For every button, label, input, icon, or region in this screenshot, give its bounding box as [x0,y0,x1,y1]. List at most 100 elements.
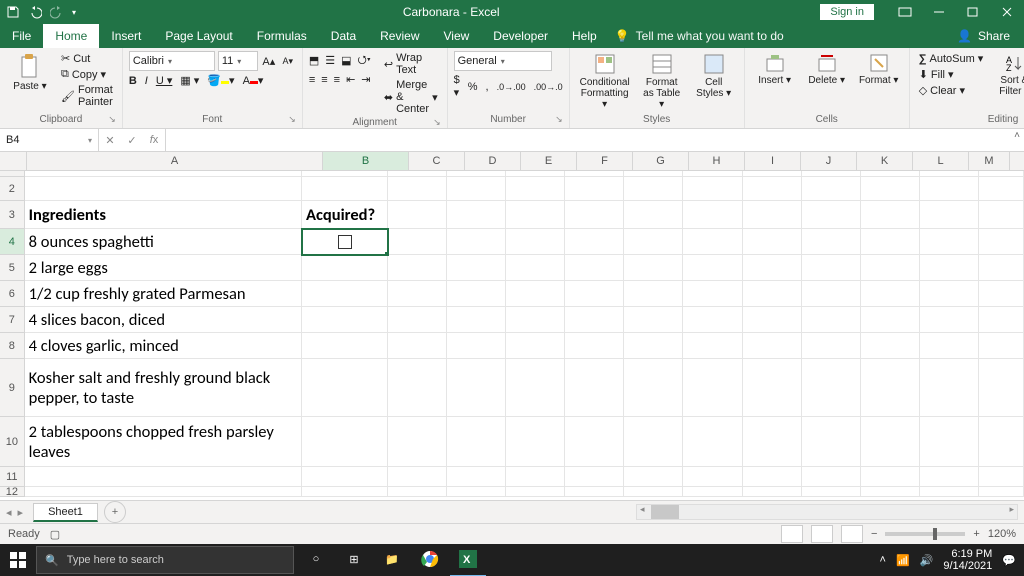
cell[interactable] [506,333,565,359]
chrome-icon[interactable] [412,543,448,575]
cell[interactable] [920,229,979,255]
cell[interactable] [506,487,565,497]
format-as-table-button[interactable]: Format as Table ▾ [638,51,686,112]
bold-button[interactable]: B [129,75,137,87]
excel-taskbar-icon[interactable]: X [450,543,486,576]
tab-review[interactable]: Review [368,24,431,48]
cell[interactable]: 1/2 cup freshly grated Parmesan [25,281,302,307]
cell[interactable] [979,229,1024,255]
zoom-slider[interactable] [885,532,965,536]
cell[interactable] [302,467,388,487]
network-icon[interactable]: 📶 [896,554,910,567]
save-icon[interactable] [6,5,20,19]
cell[interactable] [447,359,506,417]
cell[interactable] [861,229,920,255]
column-header[interactable]: I [745,152,801,170]
cell[interactable] [743,307,802,333]
horizontal-scrollbar[interactable]: ◂ ▸ [636,504,1018,520]
cell[interactable] [683,487,742,497]
row-header[interactable]: 6 [0,281,25,307]
cell[interactable] [624,333,683,359]
cell[interactable] [388,229,447,255]
column-header[interactable]: A [27,152,323,170]
cell[interactable] [802,281,861,307]
cell[interactable] [302,333,388,359]
row-header[interactable]: 2 [0,177,25,201]
cell[interactable] [979,281,1024,307]
cell[interactable] [565,333,624,359]
sheet-nav-first-icon[interactable]: ◂ [6,506,12,519]
cell[interactable] [861,307,920,333]
macro-record-icon[interactable]: ▢ [50,528,60,541]
cell[interactable] [683,467,742,487]
cell[interactable] [802,487,861,497]
column-header[interactable]: F [577,152,633,170]
cell[interactable] [447,255,506,281]
increase-font-icon[interactable]: A▴ [261,53,277,69]
cut-button[interactable]: ✂Cut [58,51,116,66]
tab-file[interactable]: File [0,24,43,48]
cell[interactable] [25,487,302,497]
cell[interactable] [920,359,979,417]
cell[interactable] [624,255,683,281]
insert-cells-button[interactable]: Insert ▾ [751,51,799,88]
cell[interactable] [683,177,742,201]
cell[interactable] [802,229,861,255]
copy-button[interactable]: ⧉Copy ▾ [58,67,116,82]
cell[interactable] [302,255,388,281]
row-header[interactable]: 9 [0,359,25,417]
cell[interactable] [565,307,624,333]
cell[interactable] [447,333,506,359]
column-header[interactable]: M [969,152,1010,170]
cell[interactable] [743,359,802,417]
cell[interactable] [25,467,302,487]
scroll-thumb[interactable] [651,505,679,519]
sheet-tab[interactable]: Sheet1 [33,503,98,522]
cell[interactable] [624,359,683,417]
redo-icon[interactable] [50,5,64,19]
cell[interactable] [743,333,802,359]
cell[interactable] [565,177,624,201]
cell[interactable] [861,487,920,497]
number-format-combo[interactable]: General▾ [454,51,552,71]
font-color-button[interactable]: A▾ [243,74,264,87]
cell[interactable] [447,201,506,229]
cell[interactable] [302,359,388,417]
cell[interactable] [624,487,683,497]
tab-home[interactable]: Home [43,24,99,48]
enter-formula-icon[interactable]: ✓ [121,134,143,147]
cell[interactable]: 4 cloves garlic, minced [25,333,302,359]
new-sheet-button[interactable]: + [104,501,126,523]
border-button[interactable]: ▦ ▾ [180,74,199,87]
cell[interactable] [565,487,624,497]
select-all-triangle[interactable] [0,152,27,170]
cell[interactable] [920,177,979,201]
cell[interactable] [624,417,683,467]
cell[interactable] [388,417,447,467]
cell[interactable] [506,417,565,467]
tab-view[interactable]: View [432,24,482,48]
cell[interactable] [388,177,447,201]
cell[interactable] [565,467,624,487]
decrease-font-icon[interactable]: A▾ [280,53,296,69]
cell[interactable] [447,417,506,467]
column-header[interactable]: H [689,152,745,170]
orientation-icon[interactable]: ⭯▾ [358,51,371,70]
cell[interactable] [979,177,1024,201]
close-icon[interactable] [990,0,1024,24]
cell[interactable] [743,417,802,467]
cell[interactable] [861,201,920,229]
conditional-formatting-button[interactable]: Conditional Formatting ▾ [576,51,634,112]
cell[interactable] [802,467,861,487]
column-header[interactable]: E [521,152,577,170]
scroll-right-icon[interactable]: ▸ [1009,504,1014,515]
cell[interactable] [743,467,802,487]
cell[interactable] [861,467,920,487]
font-dialog-icon[interactable]: ↘ [288,114,296,125]
italic-button[interactable]: I [145,75,148,87]
merge-center-button[interactable]: ⬌Merge & Center ▾ [381,78,441,116]
cell[interactable] [979,487,1024,497]
cell[interactable] [861,281,920,307]
tray-chevron-icon[interactable]: ˄ [880,554,886,566]
cell[interactable] [861,359,920,417]
